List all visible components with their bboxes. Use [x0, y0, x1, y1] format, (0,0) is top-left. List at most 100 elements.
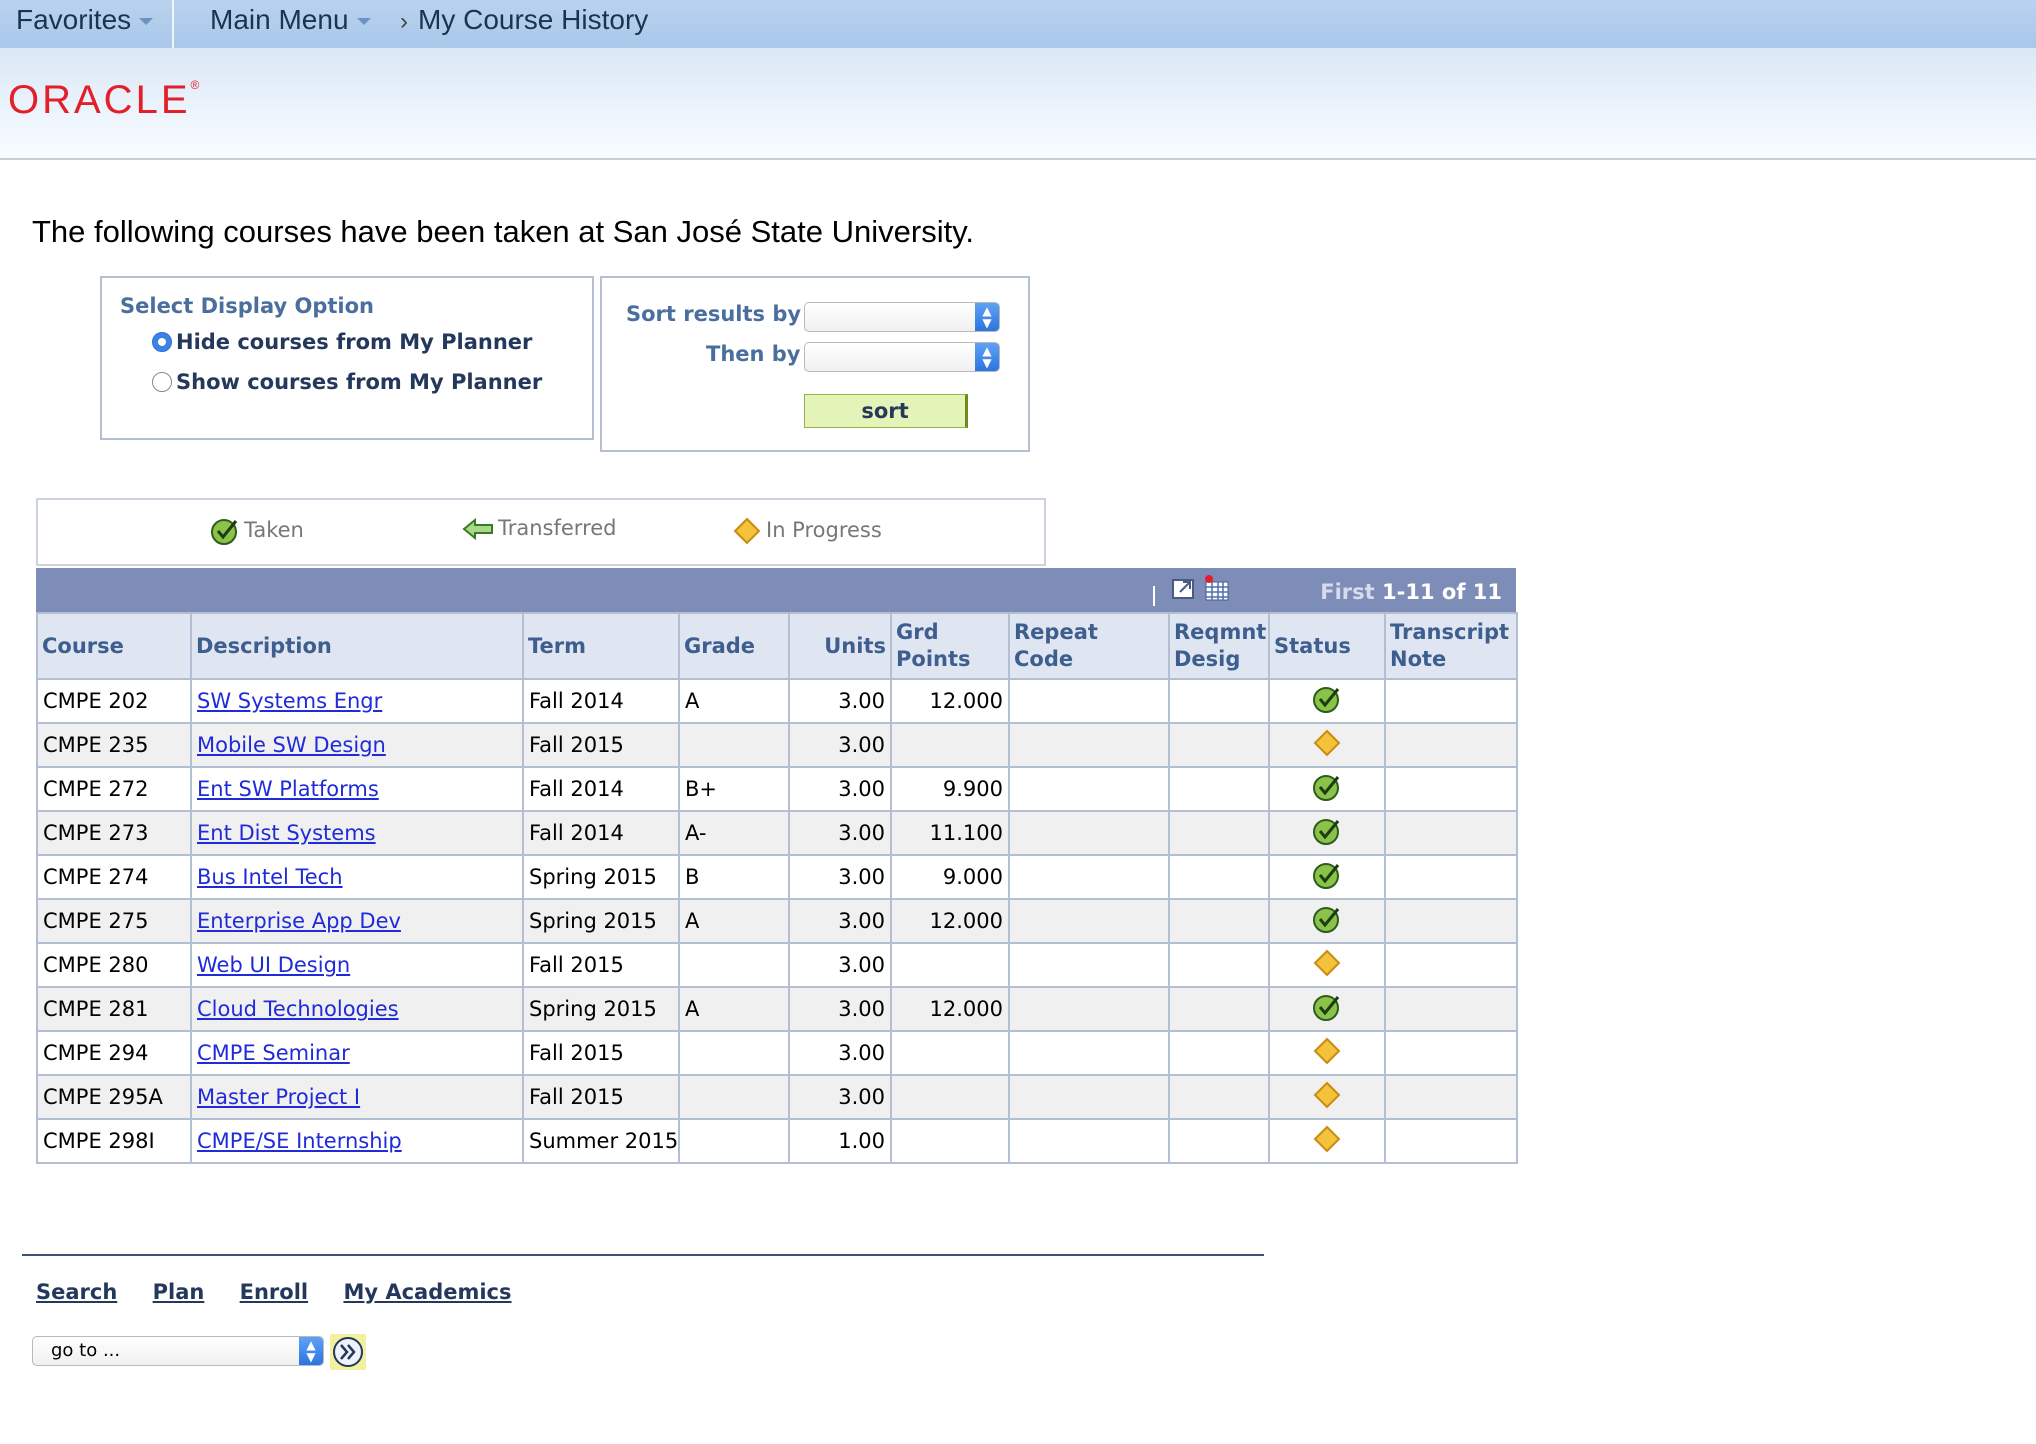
cell-units: 3.00: [788, 986, 892, 1032]
radio-show-planner[interactable]: Show courses from My Planner: [152, 370, 542, 394]
go-button-icon[interactable]: [330, 1334, 366, 1370]
breadcrumb-current[interactable]: My Course History: [418, 4, 648, 35]
cell-term: Fall 2014: [522, 810, 680, 856]
in-progress-diamond-icon: [1313, 949, 1341, 976]
sort-button[interactable]: sort: [804, 394, 968, 428]
display-option-title: Select Display Option: [120, 294, 374, 318]
cell-term: Spring 2015: [522, 898, 680, 944]
goto-select[interactable]: go to ... ▲ ▼: [32, 1336, 324, 1366]
footer-link-my-academics[interactable]: My Academics: [343, 1280, 511, 1304]
cell-course: CMPE 273: [36, 810, 192, 856]
col-course: Course: [36, 612, 192, 680]
goto-value: go to ...: [51, 1340, 121, 1361]
table-row: CMPE 281 Cloud Technologies Spring 2015 A 3.…: [36, 986, 1518, 1032]
cell-grade-points: 11.100: [890, 810, 1010, 856]
course-description-link[interactable]: Ent SW Platforms: [197, 777, 379, 801]
favorites-label: Favorites: [16, 4, 132, 35]
table-row: CMPE 202 SW Systems Engr Fall 2014 A 3.00 12.…: [36, 678, 1518, 724]
zoom-icon[interactable]: [1170, 574, 1198, 602]
course-description-link[interactable]: CMPE Seminar: [197, 1041, 350, 1065]
cell-repeat-code: [1008, 766, 1170, 812]
cell-course: CMPE 274: [36, 854, 192, 900]
cell-transcript-note: [1384, 986, 1518, 1032]
cell-reqmnt-desig: [1168, 854, 1270, 900]
table-header-row: Course Description Term Grade Units Grd …: [36, 612, 1518, 680]
course-description-link[interactable]: Mobile SW Design: [197, 733, 386, 757]
main-menu[interactable]: Main Menu: [210, 0, 371, 48]
then-by-select[interactable]: ▲ ▼: [804, 342, 1000, 372]
cell-description: Enterprise App Dev: [190, 898, 524, 944]
cell-description: Ent Dist Systems: [190, 810, 524, 856]
cell-status: [1268, 986, 1386, 1032]
sort-results-select[interactable]: ▲ ▼: [804, 302, 1000, 332]
grid-row-counter: First 1-11 of 11: [1320, 580, 1502, 604]
cell-description: Master Project I: [190, 1074, 524, 1120]
course-description-link[interactable]: SW Systems Engr: [197, 689, 382, 713]
cell-units: 1.00: [788, 1118, 892, 1164]
course-description-link[interactable]: Master Project I: [197, 1085, 360, 1109]
cell-status: [1268, 722, 1386, 768]
breadcrumb: › My Course History: [400, 0, 648, 48]
cell-transcript-note: [1384, 722, 1518, 768]
footer-link-search[interactable]: Search: [36, 1280, 117, 1304]
course-description-link[interactable]: Ent Dist Systems: [197, 821, 376, 845]
cell-transcript-note: [1384, 810, 1518, 856]
cell-reqmnt-desig: [1168, 1118, 1270, 1164]
cell-status: [1268, 854, 1386, 900]
cell-course: CMPE 281: [36, 986, 192, 1032]
cell-course: CMPE 280: [36, 942, 192, 988]
table-row: CMPE 294 CMPE Seminar Fall 2015 3.00: [36, 1030, 1518, 1076]
course-description-link[interactable]: Enterprise App Dev: [197, 909, 401, 933]
cell-course: CMPE 202: [36, 678, 192, 724]
cell-units: 3.00: [788, 898, 892, 944]
download-grid-icon[interactable]: [1202, 574, 1232, 604]
cell-reqmnt-desig: [1168, 986, 1270, 1032]
cell-reqmnt-desig: [1168, 1030, 1270, 1076]
cell-term: Fall 2014: [522, 766, 680, 812]
cell-repeat-code: [1008, 810, 1170, 856]
cell-repeat-code: [1008, 1030, 1170, 1076]
cell-grade-points: 12.000: [890, 898, 1010, 944]
sort-results-label: Sort results by: [626, 302, 802, 326]
cell-status: [1268, 810, 1386, 856]
cell-reqmnt-desig: [1168, 898, 1270, 944]
cell-reqmnt-desig: [1168, 942, 1270, 988]
cell-term: Fall 2015: [522, 1030, 680, 1076]
cell-course: CMPE 235: [36, 722, 192, 768]
table-row: CMPE 235 Mobile SW Design Fall 2015 3.00: [36, 722, 1518, 768]
taken-check-icon: [1313, 862, 1340, 889]
cell-grade: [678, 1030, 790, 1076]
select-arrows-icon: ▲ ▼: [975, 343, 999, 371]
course-description-link[interactable]: Web UI Design: [197, 953, 350, 977]
in-progress-diamond-icon: [1313, 729, 1341, 756]
radio-selected-icon[interactable]: [152, 332, 172, 352]
cell-units: 3.00: [788, 722, 892, 768]
course-description-link[interactable]: Bus Intel Tech: [197, 865, 343, 889]
grid-first-link[interactable]: First: [1320, 580, 1374, 604]
cell-grade-points: [890, 942, 1010, 988]
radio-hide-planner[interactable]: Hide courses from My Planner: [152, 330, 532, 354]
table-row: CMPE 275 Enterprise App Dev Spring 2015 A 3.…: [36, 898, 1518, 944]
cell-term: Fall 2014: [522, 678, 680, 724]
cell-description: Ent SW Platforms: [190, 766, 524, 812]
cell-grade-points: [890, 1074, 1010, 1120]
cell-course: CMPE 272: [36, 766, 192, 812]
favorites-menu[interactable]: Favorites: [16, 0, 154, 48]
legend-transferred: Transferred: [462, 516, 617, 541]
footer-nav: Search Plan Enroll My Academics: [36, 1280, 540, 1304]
course-description-link[interactable]: Cloud Technologies: [197, 997, 399, 1021]
col-transcript-note: Transcript Note: [1384, 612, 1518, 680]
page-intro-text: The following courses have been taken at…: [32, 214, 975, 249]
course-description-link[interactable]: CMPE/SE Internship: [197, 1129, 402, 1153]
radio-unselected-icon[interactable]: [152, 372, 172, 392]
cell-term: Spring 2015: [522, 854, 680, 900]
table-row: CMPE 295A Master Project I Fall 2015 3.00: [36, 1074, 1518, 1120]
footer-link-enroll[interactable]: Enroll: [240, 1280, 308, 1304]
cell-transcript-note: [1384, 898, 1518, 944]
in-progress-diamond-icon: [733, 517, 761, 545]
cell-repeat-code: [1008, 898, 1170, 944]
table-row: CMPE 280 Web UI Design Fall 2015 3.00: [36, 942, 1518, 988]
taken-check-icon: [1313, 774, 1340, 801]
footer-link-plan[interactable]: Plan: [153, 1280, 205, 1304]
cell-status: [1268, 678, 1386, 724]
